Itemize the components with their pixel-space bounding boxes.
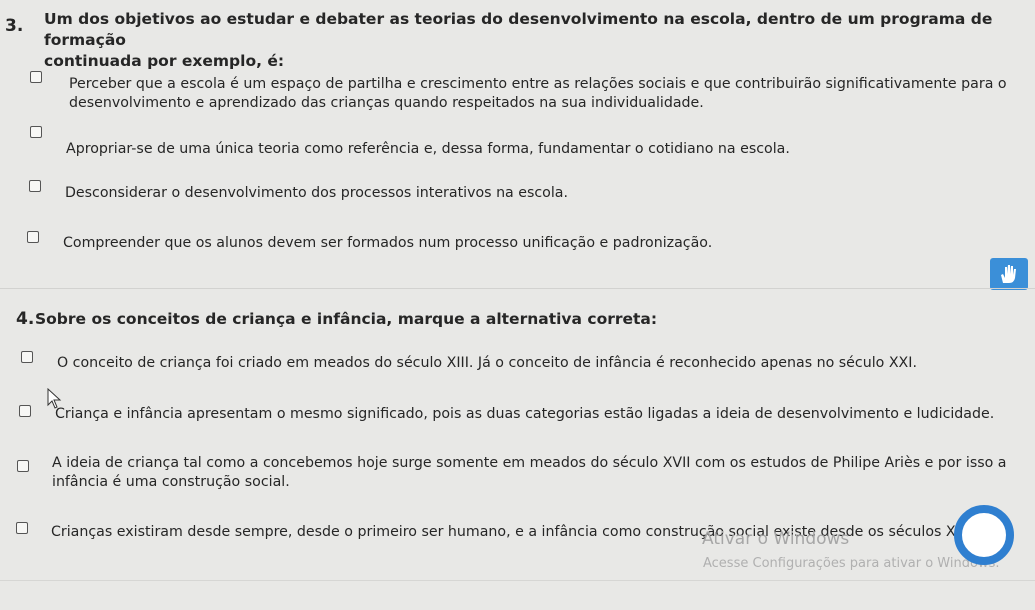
option-text: O conceito de criança foi criado em mead… xyxy=(57,355,917,371)
question-3-number: 3. xyxy=(5,16,24,36)
question-4-title: Sobre os conceitos de criança e infância… xyxy=(35,310,658,328)
question-3-title-line2: continuada por exemplo, é: xyxy=(44,52,285,70)
option-text: Compreender que os alunos devem ser form… xyxy=(63,235,713,251)
option-text-line1: Perceber que a escola é um espaço de par… xyxy=(69,76,1007,92)
section-divider xyxy=(0,288,1035,289)
checkbox[interactable] xyxy=(29,180,41,192)
checkbox[interactable] xyxy=(21,351,33,363)
question-4-number: 4. xyxy=(16,309,35,329)
sign-language-icon[interactable] xyxy=(990,258,1028,290)
windows-activation-subtitle: Acesse Configurações para ativar o Windo… xyxy=(703,556,1000,571)
checkbox[interactable] xyxy=(17,460,29,472)
circle-button-icon[interactable] xyxy=(954,505,1014,565)
checkbox[interactable] xyxy=(16,522,28,534)
question-3-title: Um dos objetivos ao estudar e debater as… xyxy=(44,9,1035,72)
option-text-line2: desenvolvimento e aprendizado das crianç… xyxy=(69,95,704,111)
option-text: Desconsiderar o desenvolvimento dos proc… xyxy=(65,185,569,201)
checkbox[interactable] xyxy=(19,405,31,417)
checkbox[interactable] xyxy=(30,126,42,138)
option-text: Apropriar-se de uma única teoria como re… xyxy=(66,141,790,157)
question-3-title-line1: Um dos objetivos ao estudar e debater as… xyxy=(44,10,993,49)
checkbox[interactable] xyxy=(30,71,42,83)
option-text: Criança e infância apresentam o mesmo si… xyxy=(55,406,995,422)
bottom-divider xyxy=(0,580,1035,581)
option-text-line1: A ideia de criança tal como a concebemos… xyxy=(52,455,1007,471)
windows-activation-title: Ativar o Windows xyxy=(702,529,850,549)
option-text-line2: infância é uma construção social. xyxy=(52,474,290,490)
mouse-pointer-icon xyxy=(47,388,62,409)
checkbox[interactable] xyxy=(27,231,39,243)
